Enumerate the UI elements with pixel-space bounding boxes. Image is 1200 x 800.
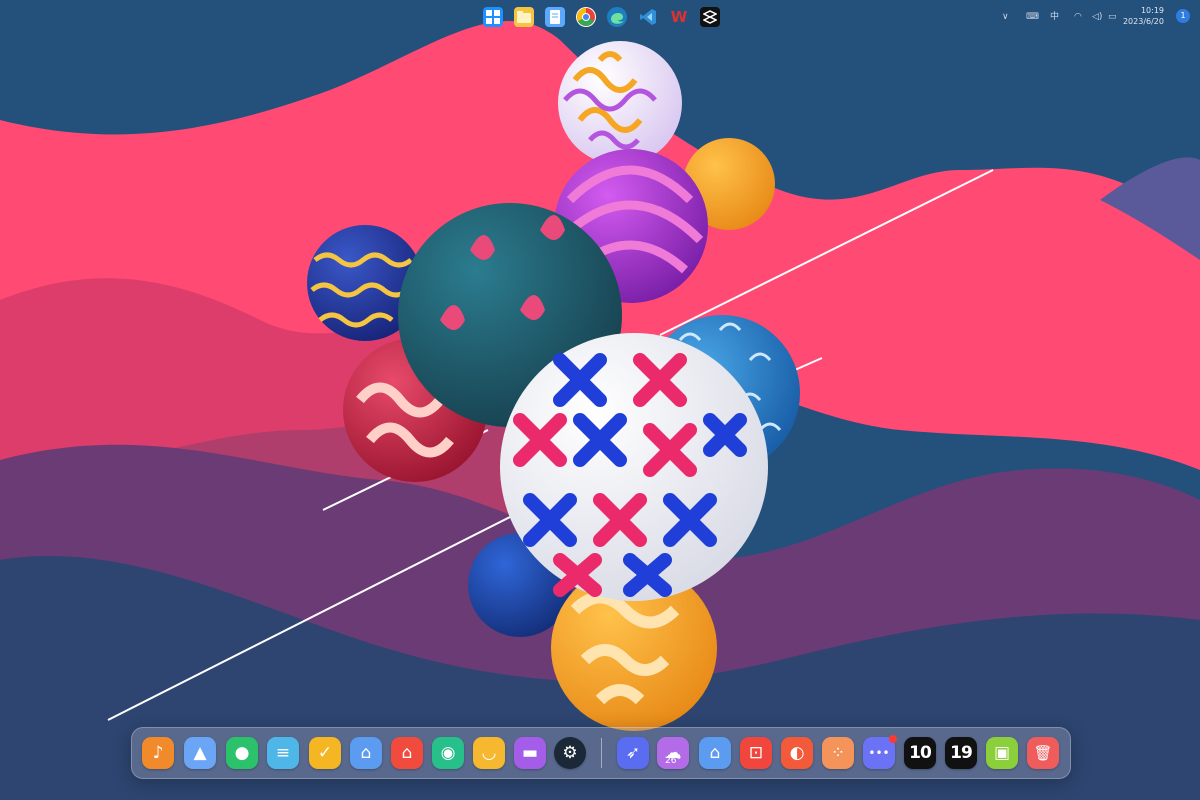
palette-app-icon[interactable]: ◐ (781, 737, 813, 769)
weather-temperature: 26° (665, 756, 681, 766)
input-method-indicator[interactable]: 中 (1050, 9, 1059, 25)
keyboard-icon[interactable]: ⌨ (1026, 9, 1039, 25)
wifi-icon[interactable]: ◠ (1074, 9, 1082, 25)
chrome-icon[interactable] (576, 7, 596, 27)
top-taskbar: W ∨ ⌨ 中 ◠ ◁) ▭ 10:19 2023/6/20 1 (0, 0, 1200, 34)
desktop-wallpaper (0, 0, 1200, 800)
volume-icon[interactable]: ◁) (1092, 9, 1102, 25)
notepad-icon[interactable] (545, 7, 565, 27)
rocket-app-icon[interactable]: ➶ (617, 737, 649, 769)
screenshot-app-icon[interactable]: ⊡ (740, 737, 772, 769)
clock-minute-widget[interactable]: 19 (945, 737, 977, 769)
clock-date: 2023/6/20 (1122, 17, 1164, 26)
file-explorer-icon[interactable] (514, 7, 534, 27)
notification-dot (889, 735, 897, 743)
trash-app-icon[interactable]: 🗑 (1027, 737, 1059, 769)
steam-app-icon[interactable]: ⚙ (554, 737, 586, 769)
weather-app-icon[interactable]: ☁ 26° (657, 737, 689, 769)
bowl-app-icon[interactable]: ◡ (473, 737, 505, 769)
clock-time: 10:19 (1140, 6, 1164, 15)
music-app-icon[interactable]: ♪ (142, 737, 174, 769)
system-clock[interactable]: 10:19 2023/6/20 (1104, 5, 1164, 27)
wechat-app-icon[interactable]: ● (226, 737, 258, 769)
docs-app-icon[interactable]: ▲ (184, 737, 216, 769)
vscode-icon[interactable] (638, 7, 658, 27)
edge-icon[interactable] (607, 7, 627, 27)
chevron-up-icon[interactable]: ∨ (1002, 9, 1009, 25)
security-app-icon[interactable]: ✓ (309, 737, 341, 769)
storage-app-icon[interactable]: ≡ (267, 737, 299, 769)
notification-badge[interactable]: 1 (1176, 9, 1190, 23)
app-dock: ♪ ▲ ● ≡ ✓ ⌂ ⌂ ◉ ◡ ▬ ⚙ ➶ ☁ 26° ⌂ ⊡ ◐ ⁘ ••… (131, 727, 1071, 779)
start-icon[interactable] (483, 7, 503, 27)
more-app-icon[interactable]: ••• (863, 735, 897, 769)
wps-icon[interactable]: W (669, 7, 689, 27)
folder-app-icon[interactable]: ▬ (514, 737, 546, 769)
dock-separator (601, 738, 602, 768)
grid-app-icon[interactable]: ⁘ (822, 737, 854, 769)
appstore-app-icon[interactable]: ⌂ (699, 737, 731, 769)
clock-hour-widget[interactable]: 10 (904, 737, 936, 769)
store-app-icon[interactable]: ⌂ (350, 737, 382, 769)
capcut-icon[interactable] (700, 7, 720, 27)
car-app-icon[interactable]: ◉ (432, 737, 464, 769)
installer-app-icon[interactable]: ▣ (986, 737, 1018, 769)
home-app-icon[interactable]: ⌂ (391, 737, 423, 769)
